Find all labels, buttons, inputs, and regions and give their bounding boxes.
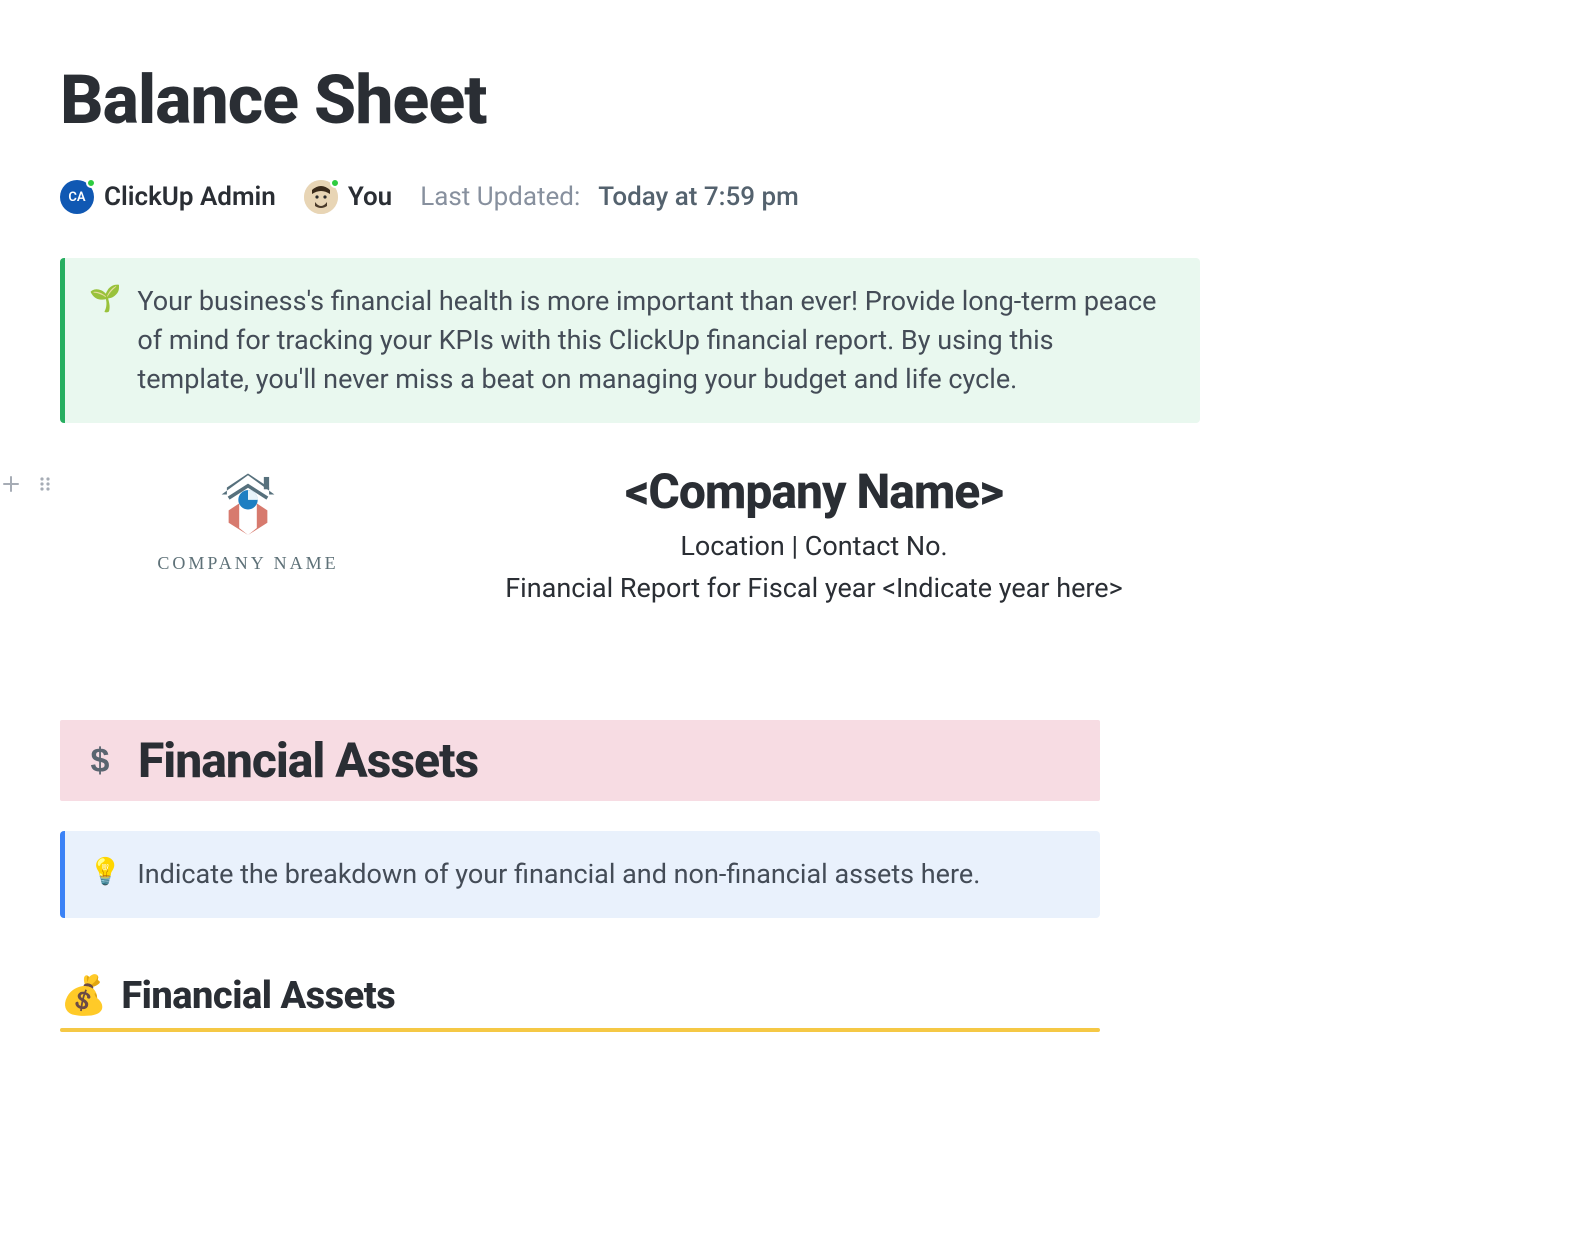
avatar-admin: CA — [60, 180, 94, 214]
breakdown-callout: 💡 Indicate the breakdown of your financi… — [60, 831, 1100, 918]
moneybag-icon: 💰 — [60, 977, 107, 1015]
breakdown-callout-text: Indicate the breakdown of your financial… — [137, 855, 980, 894]
add-block-button[interactable] — [2, 475, 20, 496]
user-you-name: You — [348, 182, 392, 212]
presence-dot-icon — [330, 178, 340, 188]
financial-assets-title: Financial Assets — [138, 732, 478, 789]
bulb-icon: 💡 — [89, 859, 121, 894]
last-updated-label: Last Updated: — [420, 182, 580, 212]
user-you[interactable]: You — [304, 180, 392, 214]
presence-dot-icon — [86, 178, 96, 188]
sub-financial-assets-title: Financial Assets — [121, 974, 395, 1018]
financial-assets-header: $ Financial Assets — [60, 720, 1100, 801]
plus-icon — [2, 475, 20, 493]
drag-handle-icon — [36, 475, 54, 493]
avatar-you — [304, 180, 338, 214]
intro-callout: 🌱 Your business's financial health is mo… — [60, 258, 1200, 423]
last-updated-value: Today at 7:59 pm — [598, 182, 799, 212]
meta-row: CA ClickUp Admin You Last Updated: Today… — [60, 180, 1200, 214]
company-logo: COMPANY NAME — [128, 463, 368, 574]
company-block: COMPANY NAME <Company Name> Location | C… — [68, 463, 1200, 610]
sub-financial-assets: 💰 Financial Assets — [60, 974, 1200, 1018]
drag-handle[interactable] — [36, 475, 54, 496]
user-admin-name: ClickUp Admin — [104, 182, 276, 212]
company-report-line[interactable]: Financial Report for Fiscal year <Indica… — [428, 568, 1200, 610]
company-location-line[interactable]: Location | Contact No. — [428, 526, 1200, 568]
user-admin[interactable]: CA ClickUp Admin — [60, 180, 276, 214]
dollar-icon: $ — [78, 739, 122, 783]
section-underline — [60, 1028, 1100, 1032]
seedling-icon: 🌱 — [89, 286, 121, 399]
page-title: Balance Sheet — [60, 60, 1200, 140]
company-block-row: COMPANY NAME <Company Name> Location | C… — [2, 463, 1200, 610]
company-name-heading[interactable]: <Company Name> — [428, 463, 1200, 520]
block-controls — [2, 475, 50, 496]
company-logo-icon — [204, 471, 292, 541]
logo-caption: COMPANY NAME — [128, 553, 368, 574]
svg-text:$: $ — [91, 742, 110, 780]
intro-callout-text: Your business's financial health is more… — [137, 282, 1170, 399]
avatar-initials: CA — [68, 190, 85, 205]
company-info: <Company Name> Location | Contact No. Fi… — [428, 463, 1200, 610]
